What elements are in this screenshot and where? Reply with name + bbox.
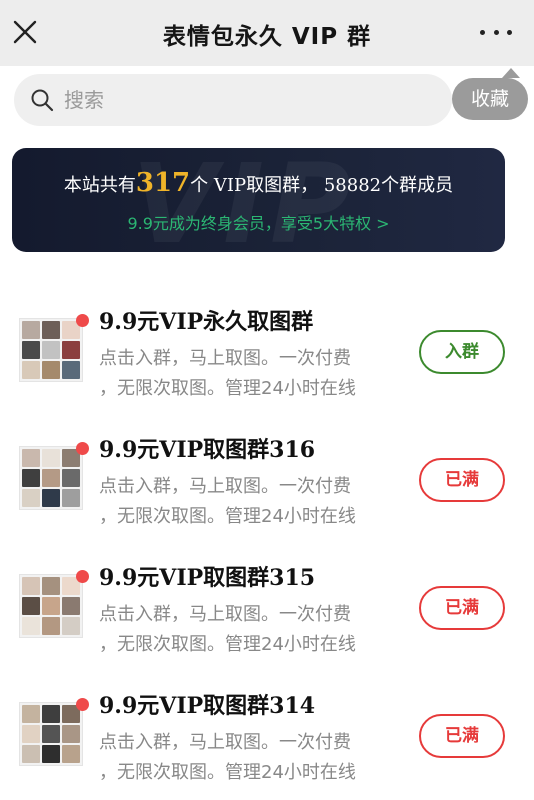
desc-line: 点击入群，马上取图。一次付费 — [99, 604, 351, 625]
full-button[interactable]: 已满 — [419, 586, 505, 630]
search-input[interactable] — [64, 74, 434, 126]
group-title: 9.9元VIP取图群315 — [99, 565, 316, 591]
group-description: 点击入群，马上取图。一次付费 ，无限次取图。管理24小时在线 — [99, 600, 399, 660]
banner-watermark: VIP — [132, 148, 357, 252]
collect-tooltip[interactable]: 收藏 — [452, 68, 528, 120]
page-title: 表情包永久 VIP 群 — [162, 24, 372, 50]
vip-banner[interactable]: VIP 本站共有317个 VIP取图群， 58882个群成员 9.9元成为终身会… — [12, 148, 505, 252]
desc-line: 点击入群，马上取图。一次付费 — [99, 476, 351, 497]
group-list: 9.9元VIP永久取图群 点击入群，马上取图。一次付费 ，无限次取图。管理24小… — [0, 296, 534, 800]
list-item[interactable]: 9.9元VIP永久取图群 点击入群，马上取图。一次付费 ，无限次取图。管理24小… — [0, 296, 534, 424]
group-count: 317 — [135, 168, 191, 198]
desc-line: ，无限次取图。管理24小时在线 — [99, 634, 356, 655]
unread-dot — [76, 698, 89, 711]
group-title: 9.9元VIP取图群314 — [99, 693, 316, 719]
search-row: 收藏 — [0, 66, 534, 136]
desc-line: ，无限次取图。管理24小时在线 — [99, 378, 356, 399]
list-item[interactable]: 9.9元VIP取图群316 点击入群，马上取图。一次付费 ，无限次取图。管理24… — [0, 424, 534, 552]
desc-line: 点击入群，马上取图。一次付费 — [99, 732, 351, 753]
banner-suffix: 个群成员 — [381, 175, 454, 196]
banner-subtitle[interactable]: 9.9元成为终身会员，享受5大特权 > — [12, 210, 505, 234]
list-item[interactable]: 9.9元VIP取图群315 点击入群，马上取图。一次付费 ，无限次取图。管理24… — [0, 552, 534, 680]
group-description: 点击入群，马上取图。一次付费 ，无限次取图。管理24小时在线 — [99, 344, 399, 404]
join-button[interactable]: 入群 — [419, 330, 505, 374]
dot — [480, 29, 485, 35]
search-icon — [30, 88, 54, 112]
group-avatar — [19, 574, 83, 638]
list-item[interactable]: 9.9元VIP取图群314 点击入群，马上取图。一次付费 ，无限次取图。管理24… — [0, 680, 534, 800]
banner-stats: 本站共有317个 VIP取图群， 58882个群成员 — [12, 168, 505, 198]
more-dots-icon[interactable] — [480, 22, 512, 42]
banner-prefix: 本站共有 — [63, 175, 136, 196]
group-description: 点击入群，马上取图。一次付费 ，无限次取图。管理24小时在线 — [99, 472, 399, 532]
group-avatar — [19, 446, 83, 510]
banner-middle: 个 VIP取图群， — [190, 175, 319, 196]
top-bar: 表情包永久 VIP 群 — [0, 0, 534, 66]
group-avatar — [19, 702, 83, 766]
group-title: 9.9元VIP永久取图群 — [99, 309, 314, 335]
desc-line: ，无限次取图。管理24小时在线 — [99, 506, 356, 527]
unread-dot — [76, 442, 89, 455]
full-button[interactable]: 已满 — [419, 714, 505, 758]
desc-line: 点击入群，马上取图。一次付费 — [99, 348, 351, 369]
group-description: 点击入群，马上取图。一次付费 ，无限次取图。管理24小时在线 — [99, 728, 399, 788]
member-count: 58882 — [323, 175, 382, 196]
full-button[interactable]: 已满 — [419, 458, 505, 502]
group-avatar — [19, 318, 83, 382]
unread-dot — [76, 570, 89, 583]
search-box[interactable] — [14, 74, 452, 126]
unread-dot — [76, 314, 89, 327]
group-title: 9.9元VIP取图群316 — [99, 437, 316, 463]
desc-line: ，无限次取图。管理24小时在线 — [99, 762, 356, 783]
dot — [507, 29, 512, 35]
dot — [493, 29, 499, 35]
